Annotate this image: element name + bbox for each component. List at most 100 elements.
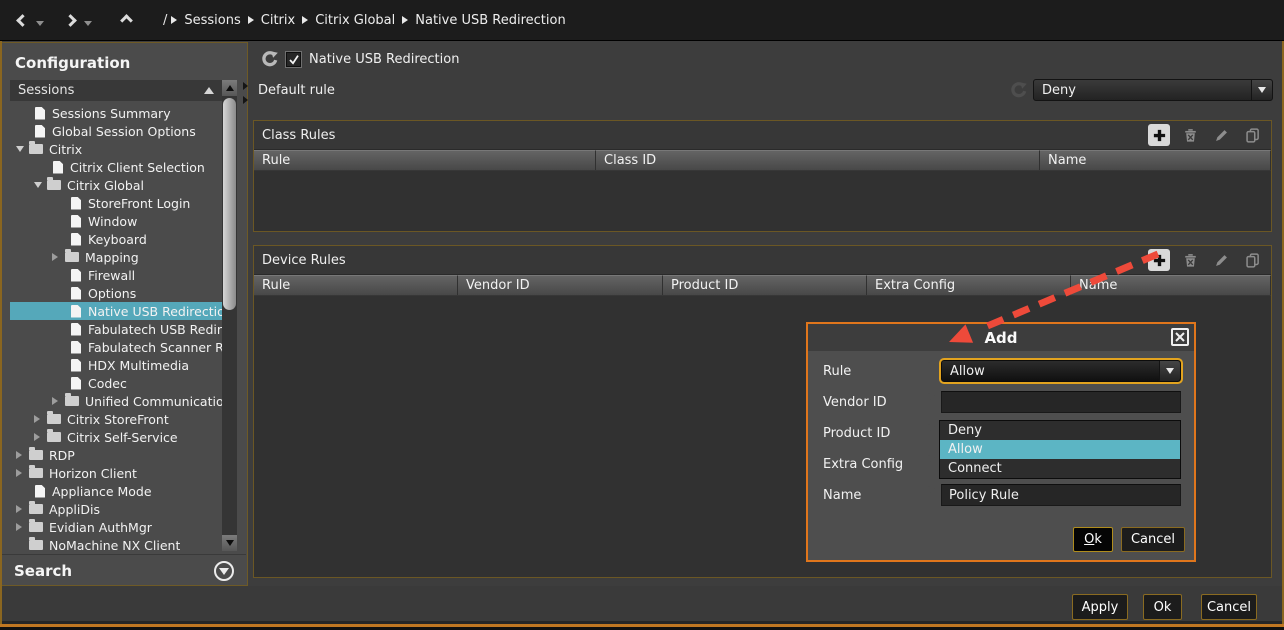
scrollbar-thumb[interactable] <box>223 98 236 310</box>
column-header[interactable]: Product ID <box>663 275 867 295</box>
column-header[interactable]: Name <box>1071 275 1271 295</box>
sidebar-item-label: Citrix Self-Service <box>67 430 178 445</box>
sessions-group-header[interactable]: Sessions <box>10 80 222 101</box>
sidebar-item-keyboard[interactable]: Keyboard <box>10 230 222 248</box>
breadcrumb-root[interactable]: / <box>163 13 167 28</box>
column-header[interactable]: Name <box>1040 150 1271 170</box>
default-rule-value: Deny <box>1034 80 1251 100</box>
sidebar-item-fabulatech-usb-redirection[interactable]: Fabulatech USB Redirection <box>10 320 222 338</box>
forward-button[interactable] <box>62 12 79 29</box>
sidebar-item-citrix[interactable]: Citrix <box>10 140 222 158</box>
column-header[interactable]: Class ID <box>596 150 1040 170</box>
breadcrumb-item[interactable]: Citrix Global <box>315 13 395 28</box>
sidebar-item-hdx-multimedia[interactable]: HDX Multimedia <box>10 356 222 374</box>
sidebar-item-codec[interactable]: Codec <box>10 374 222 392</box>
folder-icon <box>29 540 43 550</box>
apply-button[interactable]: Apply <box>1072 594 1128 620</box>
tree-scrollbar[interactable] <box>222 80 237 551</box>
sidebar-item-citrix-global[interactable]: Citrix Global <box>10 176 222 194</box>
collapsed-arrow-icon[interactable] <box>52 253 65 261</box>
dialog-ok-button[interactable]: Ok <box>1073 527 1113 552</box>
sidebar-item-global-session-options[interactable]: Global Session Options <box>10 122 222 140</box>
add-rule-button[interactable] <box>1148 249 1170 271</box>
back-button[interactable] <box>14 12 31 29</box>
copy-icon <box>1245 253 1260 268</box>
sidebar-item-window[interactable]: Window <box>10 212 222 230</box>
column-header[interactable]: Vendor ID <box>458 275 663 295</box>
panel-splitter[interactable] <box>241 80 251 110</box>
search-expand-button[interactable] <box>214 561 234 581</box>
sidebar-item-rdp[interactable]: RDP <box>10 446 222 464</box>
up-button[interactable] <box>118 12 135 29</box>
configuration-sidebar: Configuration Sessions Sessions SummaryG… <box>2 42 248 586</box>
vendor-id-field-label: Vendor ID <box>823 395 887 410</box>
rule-dropdown[interactable]: Allow <box>941 360 1181 382</box>
sidebar-item-citrix-client-selection[interactable]: Citrix Client Selection <box>10 158 222 176</box>
scroll-down-button[interactable] <box>222 535 237 551</box>
sidebar-item-unified-communications[interactable]: Unified Communications <box>10 392 222 410</box>
delete-rule-button[interactable] <box>1179 124 1201 146</box>
reset-to-default-icon[interactable] <box>918 393 935 410</box>
sidebar-item-sessions-summary[interactable]: Sessions Summary <box>10 104 222 122</box>
column-header[interactable]: Rule <box>254 150 596 170</box>
vendor-id-input[interactable] <box>941 391 1181 413</box>
collapsed-arrow-icon[interactable] <box>16 505 29 513</box>
expanded-arrow-icon[interactable] <box>16 146 29 152</box>
collapsed-arrow-icon[interactable] <box>16 469 29 477</box>
breadcrumb-item[interactable]: Native USB Redirection <box>415 13 565 28</box>
dropdown-option[interactable]: Allow <box>940 440 1180 459</box>
config-tree: Sessions SummaryGlobal Session OptionsCi… <box>10 104 222 552</box>
reset-to-default-icon[interactable] <box>918 424 935 441</box>
breadcrumb-item[interactable]: Sessions <box>184 13 240 28</box>
reset-to-default-icon[interactable] <box>918 486 935 503</box>
sidebar-item-options[interactable]: Options <box>10 284 222 302</box>
dropdown-option[interactable]: Connect <box>940 459 1180 478</box>
class-rules-table-body[interactable] <box>254 171 1271 231</box>
expanded-arrow-icon[interactable] <box>34 182 47 188</box>
sidebar-item-native-usb-redirection[interactable]: Native USB Redirection <box>10 302 222 320</box>
dropdown-option[interactable]: Deny <box>940 421 1180 440</box>
dialog-cancel-button[interactable]: Cancel <box>1121 527 1185 552</box>
add-rule-button[interactable] <box>1148 124 1170 146</box>
sidebar-item-citrix-self-service[interactable]: Citrix Self-Service <box>10 428 222 446</box>
copy-rule-button[interactable] <box>1241 249 1263 271</box>
reset-to-default-icon[interactable] <box>918 362 935 379</box>
close-button[interactable] <box>1171 328 1189 346</box>
edit-rule-button[interactable] <box>1210 249 1232 271</box>
sidebar-item-label: Evidian AuthMgr <box>49 520 152 535</box>
ok-button[interactable]: Ok <box>1143 594 1182 620</box>
column-header[interactable]: Rule <box>254 275 458 295</box>
sidebar-item-horizon-client[interactable]: Horizon Client <box>10 464 222 482</box>
reset-to-default-icon[interactable] <box>918 455 935 472</box>
file-icon <box>71 323 81 336</box>
back-history-caret-icon[interactable] <box>36 21 44 26</box>
scroll-up-button[interactable] <box>222 80 237 96</box>
breadcrumb-item[interactable]: Citrix <box>261 13 295 28</box>
sidebar-item-evidian-authmgr[interactable]: Evidian AuthMgr <box>10 518 222 536</box>
edit-rule-button[interactable] <box>1210 124 1232 146</box>
sidebar-item-applidis[interactable]: AppliDis <box>10 500 222 518</box>
copy-rule-button[interactable] <box>1241 124 1263 146</box>
name-input[interactable] <box>941 484 1181 506</box>
forward-history-caret-icon[interactable] <box>84 21 92 26</box>
reset-to-default-icon[interactable] <box>1010 82 1027 99</box>
sidebar-item-appliance-mode[interactable]: Appliance Mode <box>10 482 222 500</box>
collapsed-arrow-icon[interactable] <box>16 523 29 531</box>
delete-rule-button[interactable] <box>1179 249 1201 271</box>
reset-to-default-icon[interactable] <box>261 51 278 68</box>
sidebar-item-fabulatech-scanner-redirection[interactable]: Fabulatech Scanner Redirection <box>10 338 222 356</box>
sidebar-item-citrix-storefront[interactable]: Citrix StoreFront <box>10 410 222 428</box>
native-usb-redirection-checkbox[interactable] <box>286 52 301 67</box>
collapsed-arrow-icon[interactable] <box>34 433 47 441</box>
collapsed-arrow-icon[interactable] <box>52 397 65 405</box>
collapsed-arrow-icon[interactable] <box>34 415 47 423</box>
default-rule-dropdown[interactable]: Deny <box>1033 79 1273 101</box>
sidebar-item-storefront-login[interactable]: StoreFront Login <box>10 194 222 212</box>
sidebar-item-nomachine-nx-client[interactable]: NoMachine NX Client <box>10 536 222 552</box>
sidebar-item-firewall[interactable]: Firewall <box>10 266 222 284</box>
search-header[interactable]: Search <box>2 554 246 586</box>
cancel-button[interactable]: Cancel <box>1201 594 1257 620</box>
sidebar-item-mapping[interactable]: Mapping <box>10 248 222 266</box>
collapsed-arrow-icon[interactable] <box>16 451 29 459</box>
column-header[interactable]: Extra Config <box>867 275 1071 295</box>
